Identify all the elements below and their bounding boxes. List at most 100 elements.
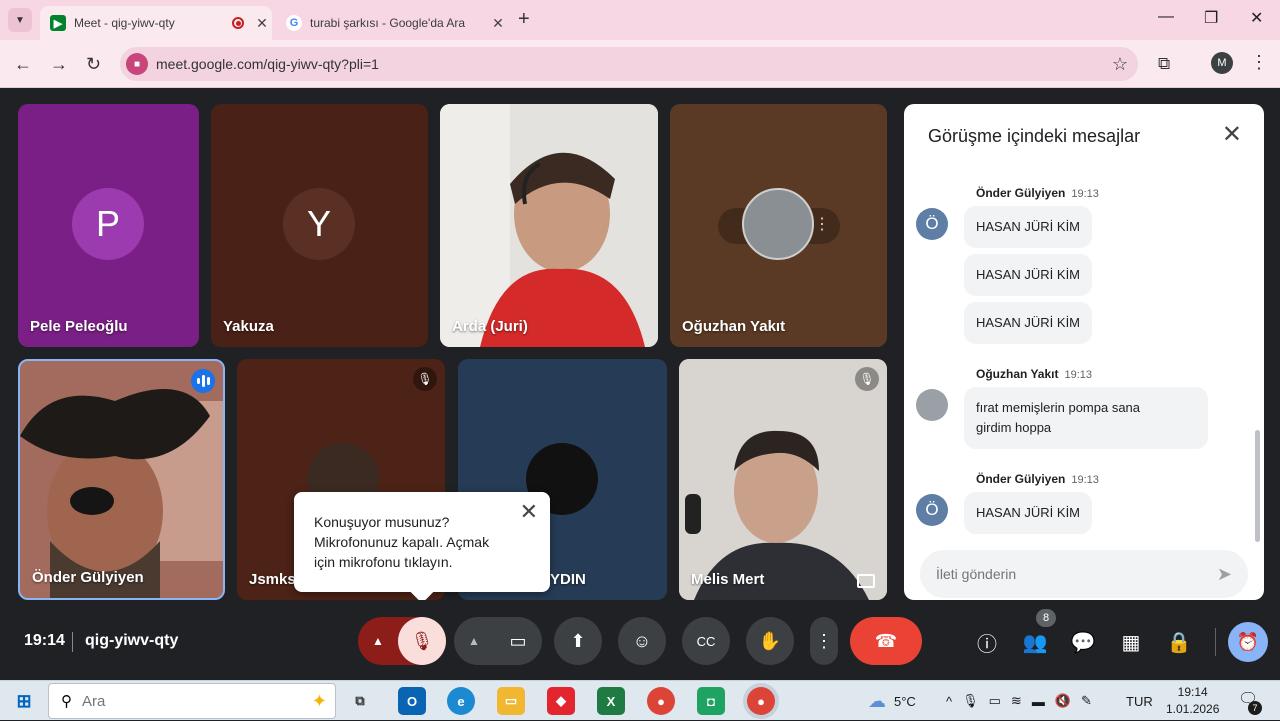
browser-menu-icon[interactable]: ⋮ bbox=[1250, 52, 1268, 73]
battery-icon[interactable]: ▬ bbox=[1032, 694, 1045, 709]
tab-search-button[interactable]: ▼ bbox=[8, 8, 32, 32]
anydesk-icon[interactable]: ◆ bbox=[547, 687, 575, 715]
chrome-icon[interactable]: ● bbox=[647, 687, 675, 715]
send-icon[interactable]: ➤ bbox=[1217, 564, 1232, 585]
weather-temperature: 5°C bbox=[894, 693, 916, 709]
extensions-icon[interactable]: ⧉ bbox=[1158, 54, 1170, 74]
windows-start-icon[interactable]: ⊞ bbox=[10, 687, 38, 715]
reload-icon[interactable]: ↻ bbox=[86, 54, 101, 75]
chat-panel: Görüşme içindeki mesajlar ✕ Önder Gülyiy… bbox=[904, 104, 1264, 600]
camera-icon[interactable]: ▭ bbox=[494, 631, 542, 652]
participant-name: Önder Gülyiyen bbox=[32, 569, 144, 586]
file-explorer-icon[interactable]: ▭ bbox=[497, 687, 525, 715]
leave-call-button[interactable]: ☎ bbox=[850, 617, 922, 665]
mic-off-icon: 🎙 bbox=[855, 367, 879, 391]
participant-name: Melis Mert bbox=[691, 571, 765, 588]
minimize-icon[interactable]: — bbox=[1158, 8, 1174, 26]
participant-tile[interactable]: Y Yakuza bbox=[211, 104, 428, 347]
taskbar-clock[interactable]: 19:14 1.01.2026 bbox=[1166, 684, 1219, 718]
present-icon: ⬆ bbox=[570, 630, 586, 651]
weather-widget[interactable]: ☁ 5°C bbox=[868, 681, 916, 721]
network-icon[interactable]: ≋ bbox=[1011, 693, 1022, 709]
close-tab-icon[interactable]: ✕ bbox=[252, 15, 272, 32]
input-language[interactable]: TUR bbox=[1126, 681, 1153, 721]
message-header: Önder Gülyiyen 19:13 bbox=[976, 472, 1099, 486]
more-options-icon[interactable]: ⋮ bbox=[814, 214, 830, 234]
sender-name: Önder Gülyiyen bbox=[976, 472, 1066, 486]
camera-control: ▲ ▭ bbox=[454, 617, 542, 665]
reactions-button[interactable]: ☺ bbox=[618, 617, 666, 665]
google-icon: G bbox=[286, 15, 302, 31]
pin-icon[interactable] bbox=[857, 574, 875, 588]
video-options-chevron-icon[interactable]: ▲ bbox=[454, 634, 494, 648]
windows-taskbar: ⊞ ⚲ ✦ ⧉ O e ▭ ◆ X ● ◘ ● ☁ 5°C ^ 🎙 ▭ ≋ ▬ … bbox=[0, 680, 1280, 720]
close-window-icon[interactable]: ✕ bbox=[1250, 8, 1263, 28]
site-info-icon[interactable]: ■ bbox=[126, 53, 148, 75]
message-bubble: HASAN JÜRİ KİM bbox=[964, 302, 1093, 344]
mic-off-button[interactable]: 🎙 bbox=[398, 617, 446, 665]
camera-feed bbox=[679, 359, 887, 600]
taskbar-search[interactable]: ⚲ ✦ bbox=[48, 683, 336, 719]
pen-icon[interactable]: ✎ bbox=[1081, 693, 1092, 709]
close-chat-icon[interactable]: ✕ bbox=[1222, 120, 1242, 149]
participant-tile[interactable]: P Pele Peleoğlu bbox=[18, 104, 199, 347]
meeting-clock: 19:14 bbox=[24, 632, 65, 649]
search-input[interactable] bbox=[82, 692, 312, 710]
mic-muted-tooltip: Konuşuyor musunuz? Mikrofonunuz kapalı. … bbox=[294, 492, 550, 604]
outlook-icon[interactable]: O bbox=[398, 687, 426, 715]
audio-options-chevron-icon[interactable]: ▲ bbox=[358, 634, 398, 648]
participant-tile[interactable]: Arda (Juri) bbox=[440, 104, 658, 347]
task-view-icon[interactable]: ⧉ bbox=[346, 687, 374, 715]
more-options-button[interactable]: ⋮ bbox=[810, 617, 838, 665]
message-input-box[interactable]: ➤ bbox=[920, 550, 1248, 598]
android-app-icon[interactable]: ◘ bbox=[697, 687, 725, 715]
hidden-icons-chevron-icon[interactable]: ^ bbox=[946, 694, 952, 709]
more-icon: ⋮ bbox=[815, 630, 833, 651]
message-input[interactable] bbox=[936, 566, 1217, 582]
profile-avatar[interactable]: M bbox=[1211, 52, 1233, 74]
sender-avatar: Ö bbox=[916, 208, 948, 240]
hang-up-icon: ☎ bbox=[874, 630, 898, 651]
restore-icon[interactable]: ❐ bbox=[1204, 8, 1218, 28]
message-time: 19:13 bbox=[1071, 474, 1099, 486]
participant-tile[interactable]: 🎙 Melis Mert bbox=[679, 359, 887, 600]
chrome-profile-icon[interactable]: ● bbox=[747, 687, 775, 715]
participant-tile-speaking[interactable]: Önder Gülyiyen bbox=[18, 359, 225, 600]
close-tab-icon[interactable]: ✕ bbox=[488, 15, 508, 32]
bookmark-star-icon[interactable]: ☆ bbox=[1112, 54, 1128, 75]
present-screen-button[interactable]: ⬆ bbox=[554, 617, 602, 665]
tab-title: turabi şarkısı - Google'da Ara bbox=[310, 16, 466, 30]
new-tab-button[interactable]: + bbox=[518, 8, 530, 31]
forward-icon[interactable]: → bbox=[50, 54, 68, 75]
system-tray: ^ 🎙 ▭ ≋ ▬ 🔇 ✎ bbox=[946, 681, 1092, 721]
address-bar[interactable]: ■ meet.google.com/qig-yiwv-qty?pli=1 ☆ bbox=[120, 47, 1138, 81]
participant-name: Pele Peleoğlu bbox=[30, 318, 128, 335]
excel-icon[interactable]: X bbox=[597, 687, 625, 715]
message-bubble: HASAN JÜRİ KİM bbox=[964, 254, 1093, 296]
chat-icon[interactable]: 💬 bbox=[1067, 626, 1099, 658]
tab-meet[interactable]: ▶ Meet - qig-yiwv-qty ✕ bbox=[40, 6, 272, 40]
raise-hand-button[interactable]: ✋ bbox=[746, 617, 794, 665]
meeting-code: qig-yiwv-qty bbox=[85, 632, 179, 649]
chat-scrollbar[interactable] bbox=[1255, 430, 1260, 542]
taskbar-time: 19:14 bbox=[1177, 685, 1208, 699]
taskbar-date: 1.01.2026 bbox=[1166, 702, 1220, 716]
search-icon: ⚲ bbox=[61, 693, 72, 710]
volume-icon[interactable]: 🔇 bbox=[1055, 693, 1071, 709]
back-icon[interactable]: ← bbox=[14, 54, 32, 75]
host-controls-icon[interactable]: 🔒 bbox=[1163, 626, 1195, 658]
people-icon[interactable]: 👥 bbox=[1019, 626, 1051, 658]
close-tooltip-icon[interactable]: ✕ bbox=[520, 501, 538, 523]
activities-icon[interactable]: ▦ bbox=[1115, 626, 1147, 658]
tab-google-search[interactable]: G turabi şarkısı - Google'da Ara ✕ bbox=[276, 6, 508, 40]
captions-icon: CC bbox=[696, 633, 716, 649]
microphone-icon[interactable]: 🎙 bbox=[962, 693, 979, 709]
captions-button[interactable]: CC bbox=[682, 617, 730, 665]
display-icon[interactable]: ▭ bbox=[989, 693, 1001, 709]
edge-icon[interactable]: e bbox=[447, 687, 475, 715]
message-time: 19:13 bbox=[1064, 369, 1092, 381]
participant-tile[interactable]: ⋮ Oğuzhan Yakıt bbox=[670, 104, 887, 347]
speaking-indicator-icon bbox=[191, 369, 215, 393]
meeting-info-icon[interactable]: ⓘ bbox=[971, 626, 1003, 658]
timer-icon[interactable]: ⏰ bbox=[1228, 622, 1268, 662]
